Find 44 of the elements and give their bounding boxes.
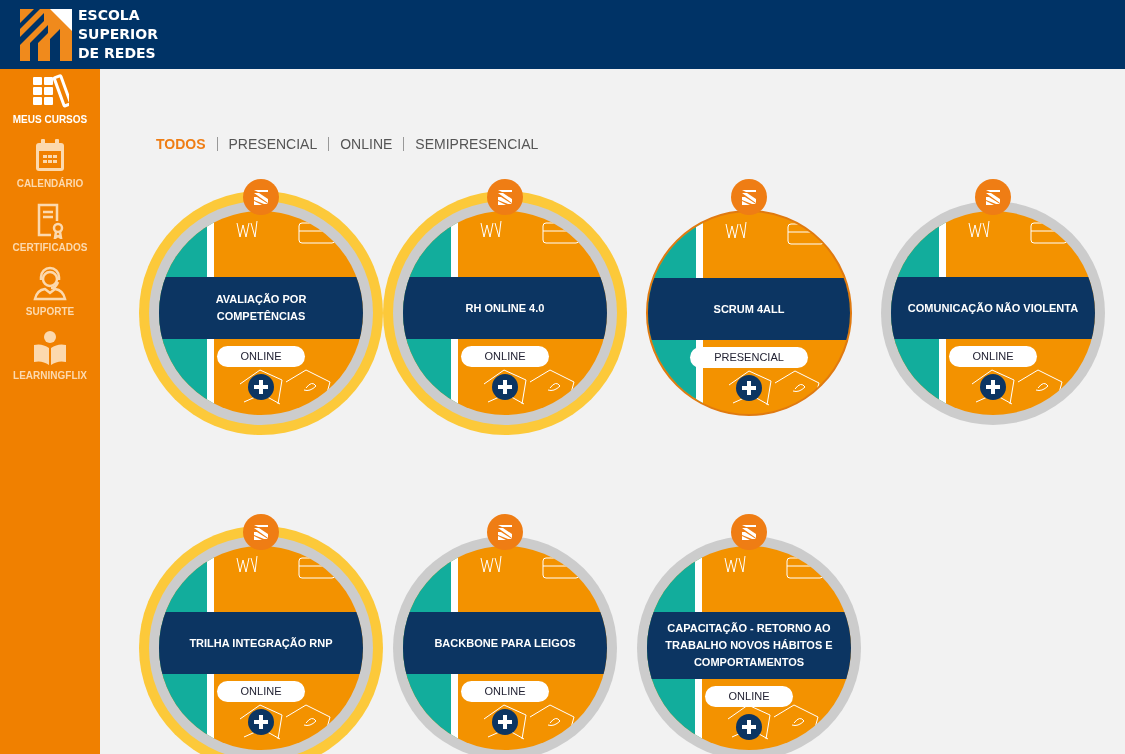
headset-person-icon (31, 265, 69, 303)
course-disc[interactable]: SCRUM 4ALL PRESENCIAL (646, 210, 852, 416)
mode-label: ONLINE (460, 346, 550, 367)
filter-tab[interactable]: PRESENCIAL (216, 137, 329, 151)
plus-button-icon[interactable] (248, 709, 274, 735)
brand-text: DE REDES (78, 44, 157, 63)
course-disc[interactable]: AVALIAÇÃO POR COMPETÊNCIAS ONLINE (159, 211, 363, 415)
course-disc[interactable]: BACKBONE PARA LEIGOS ONLINE (403, 546, 607, 750)
plus-button-icon[interactable] (736, 714, 762, 740)
course-disc[interactable]: COMUNICAÇÃO NÃO VIOLENTA ONLINE (891, 211, 1095, 415)
badge-logo-icon (243, 179, 279, 215)
plus-button-icon[interactable] (980, 374, 1006, 400)
badge-logo-icon (731, 514, 767, 550)
filter-tab[interactable]: SEMIPRESENCIAL (403, 137, 550, 151)
brand-text: ESCOLA (78, 6, 141, 25)
badge-logo-icon (243, 514, 279, 550)
plus-button-icon[interactable] (492, 374, 518, 400)
badge-logo-icon (975, 179, 1011, 215)
course-title: TRILHA INTEGRAÇÃO RNP (189, 635, 333, 651)
course-disc[interactable]: RH ONLINE 4.0 ONLINE (403, 211, 607, 415)
course-disc[interactable]: TRILHA INTEGRAÇÃO RNP ONLINE (159, 546, 363, 750)
mode-label: ONLINE (216, 681, 306, 702)
badge-logo-icon (487, 179, 523, 215)
mode-label: ONLINE (216, 346, 306, 367)
filter-tab[interactable]: ONLINE (328, 137, 404, 151)
course-title: BACKBONE PARA LEIGOS (434, 635, 576, 651)
course-title: AVALIAÇÃO POR COMPETÊNCIAS (214, 292, 308, 324)
plus-button-icon[interactable] (492, 709, 518, 735)
plus-button-icon[interactable] (736, 375, 762, 401)
course-disc[interactable]: CAPACITAÇÃO - RETORNO AO TRABALHO NOVOS HÁBITOS E COMPORTAMENTOS ONLINE (647, 546, 851, 750)
logo-icon (20, 8, 72, 61)
badge-logo-icon (487, 514, 523, 550)
mode-label: ONLINE (948, 346, 1038, 367)
course-title: SCRUM 4ALL (713, 301, 785, 317)
mode-label: PRESENCIAL (690, 347, 808, 368)
course-title: COMUNICAÇÃO NÃO VIOLENTA (907, 300, 1079, 316)
plus-button-icon[interactable] (248, 374, 274, 400)
reading-person-icon (31, 329, 69, 367)
course-title: RH ONLINE 4.0 (465, 300, 545, 316)
mode-label: ONLINE (460, 681, 550, 702)
mode-label: ONLINE (704, 686, 794, 707)
course-title: CAPACITAÇÃO - RETORNO AO TRABALHO NOVOS HÁBITOS E COMPORTAMENTOS (664, 621, 834, 670)
brand-text: SUPERIOR (78, 25, 158, 44)
badge-logo-icon (731, 179, 767, 215)
